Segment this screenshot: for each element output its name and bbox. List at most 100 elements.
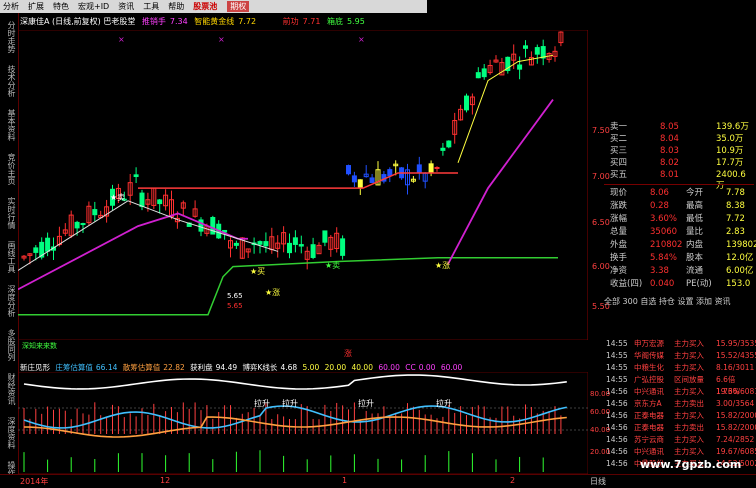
menu-item-analysis[interactable]: 分析 (0, 1, 25, 12)
sell-marker: ★卖 (110, 193, 126, 202)
candle-body (534, 47, 540, 55)
tick-row[interactable]: 14:56 正泰电器 主力买入 15.82/2000 (604, 410, 756, 422)
tab-news[interactable]: 资讯 (715, 297, 731, 306)
subchart-value: 20.00 (324, 363, 347, 372)
candle-body (369, 177, 375, 184)
sidebar-tab-fundamentals[interactable]: 基本资料 (1, 109, 16, 141)
pull-up-label: 拉升 (282, 399, 298, 408)
stat-label: 收益(四) (610, 279, 643, 289)
x-label: 12 (160, 476, 171, 485)
tick-row[interactable]: 14:56 京东方A 主力卖出 3.00/3564 (604, 398, 756, 410)
tab-300[interactable]: 300 (623, 297, 638, 306)
top-marker: × (218, 35, 225, 44)
stat-value: 7.78 (726, 188, 745, 198)
stat-row: 涨幅 3.60% 最低 7.72 (604, 214, 754, 225)
sidebar-tab-drawing[interactable]: 画线工具 (1, 241, 16, 273)
stat-value: 7.72 (726, 214, 745, 224)
oscillator-chart[interactable] (18, 372, 588, 474)
buy-marker: ★买 (250, 267, 266, 276)
tick-type: 主力买入 (674, 351, 704, 360)
tab-settings[interactable]: 设置 (677, 297, 693, 306)
trend-line (447, 99, 554, 265)
sidebar-tab-technical[interactable]: 技术分析 (1, 65, 16, 97)
sidebar-tab-realtime[interactable]: 实时行情 (1, 197, 16, 229)
stat-value: 35060 (650, 227, 678, 237)
stock-title: 深康佳A (日线,前复权) 巴老股堂 (20, 17, 136, 26)
tick-type: 主力买入 (674, 435, 704, 444)
menu-item-tools[interactable]: 工具 (140, 1, 165, 12)
subchart-value: 60.00 (378, 363, 400, 372)
tab-all[interactable]: 全部 (604, 297, 620, 306)
menu-item-news[interactable]: 资讯 (115, 1, 140, 12)
tick-name: 中粮生化 (634, 363, 664, 372)
pull-up-label: 拉升 (358, 399, 374, 408)
subchart-value: 94.49 (215, 363, 238, 372)
tick-name: 正泰电器 (634, 411, 664, 420)
tab-holdings[interactable]: 持仓 (659, 297, 675, 306)
stat-value: 8.38 (726, 201, 745, 211)
subchart-value: 40.00 (351, 363, 373, 372)
stat-value: 6.00亿 (726, 266, 754, 276)
indicator-value: 7.71 (302, 17, 321, 26)
candle-body (416, 164, 422, 173)
tab-watchlist[interactable]: 自选 (640, 297, 656, 306)
menu-item-special[interactable]: 特色 (50, 1, 75, 12)
ask-vol: 10.9万 (716, 146, 744, 156)
tick-row[interactable]: 14:56 中兴通讯 主力买入 19.67/6085 (604, 446, 756, 458)
ask-row: 卖一 8.05 139.6万 (604, 122, 754, 133)
tick-time: 14:56 (606, 435, 628, 444)
quote-panel: 卖一 8.05 139.6万 买二 8.04 35.0万 买三 8.03 10.9万 买四 8… (604, 110, 756, 342)
period-selector[interactable]: 日线 (590, 476, 606, 487)
menu-item-stock-pool[interactable]: 股票池 (190, 1, 223, 12)
stat-row: 换手 5.84% 股本 12.0亿 (604, 253, 754, 264)
sidebar-tab-finance-news[interactable]: 财经资讯 (1, 373, 16, 405)
stat-value: 2.83 (726, 227, 745, 237)
low-price-label: 5.65 (227, 302, 243, 310)
tick-value: 15.82/2000 (716, 411, 756, 420)
indicator-value: 5.95 (346, 17, 365, 26)
sidebar-tab-depth[interactable]: 深度分析 (1, 285, 16, 317)
stat-value: 139802 (726, 240, 756, 250)
tick-row[interactable]: 14:56 苏宁云商 主力买入 7.24/2852 (604, 434, 756, 446)
options-button[interactable]: 期权 (227, 1, 250, 12)
menu-item-help[interactable]: 帮助 (165, 1, 190, 12)
sidebar: 分时走势 技术分析 基本资料 竞价主页 实时行情 画线工具 深度分析 多股同列 … (0, 13, 19, 487)
tick-type: 主力卖出 (674, 399, 704, 408)
tick-feed: 14:55 申万宏源 主力买入 15.95/3535 14:55 华阁传媒 主力买入 15.5… (604, 338, 756, 474)
tick-name: 中兴通讯 (634, 447, 664, 456)
quote-tabs: 全部 300 自选 持仓 设置 添加 资讯 (604, 296, 754, 307)
watermark: www.7gpzb.com (640, 458, 742, 471)
tick-type: 区间放量 (674, 375, 704, 384)
sidebar-tab-depth-data[interactable]: 深度资料 (1, 417, 16, 449)
tick-time: 14:55 (606, 363, 628, 372)
stat-row: 总量 35060 量比 2.83 (604, 227, 754, 238)
tick-row[interactable]: 14:55 申万宏源 主力买入 15.95/3535 (604, 338, 756, 350)
ask-row: 买四 8.02 17.7万 (604, 158, 754, 169)
subchart-top-label: 涨 (344, 349, 352, 358)
tick-row[interactable]: 14:55 中粮生化 主力买入 8.16/3011 (604, 362, 756, 374)
sidebar-tab-intraday[interactable]: 分时走势 (1, 21, 16, 53)
candle-body (157, 199, 163, 205)
ask-row: 买二 8.04 35.0万 (604, 134, 754, 145)
stat-label: 外盘 (610, 240, 628, 250)
stat-row: 收益(四) 0.040 PE(动) 153.0 (604, 279, 754, 290)
tab-add[interactable]: 添加 (696, 297, 712, 306)
candlestick-chart[interactable]: × × × (18, 30, 588, 340)
menu-item-extend[interactable]: 扩展 (25, 1, 50, 12)
subchart-y-tick: 20.00 (590, 448, 611, 456)
stat-value: 3.38 (650, 266, 669, 276)
sidebar-tab-multi[interactable]: 多股同列 (1, 329, 16, 361)
menu-item-macro[interactable]: 宏观+ID (75, 1, 115, 12)
tick-row[interactable]: 14:55 广弘控股 区间放量 6.6倍 1.73% (604, 374, 756, 396)
sidebar-tab-auction[interactable]: 竞价主页 (1, 153, 16, 185)
tick-row[interactable]: 14:56 中兴通讯 主力买入 19.66/6081 (604, 386, 756, 398)
tick-name: 申万宏源 (634, 339, 664, 348)
candle-body (45, 237, 51, 252)
stat-label: 流通 (686, 266, 704, 276)
candle-body (233, 242, 239, 246)
ask-row: 买五 8.01 2400.6万 (604, 170, 754, 191)
tick-row[interactable]: 14:56 正泰电器 主力卖出 15.82/2000 (604, 422, 756, 434)
subchart-label: 获利盘 (190, 363, 213, 372)
stat-label: 现价 (610, 188, 628, 198)
tick-row[interactable]: 14:55 华阁传媒 主力买入 15.52/4355 (604, 350, 756, 362)
